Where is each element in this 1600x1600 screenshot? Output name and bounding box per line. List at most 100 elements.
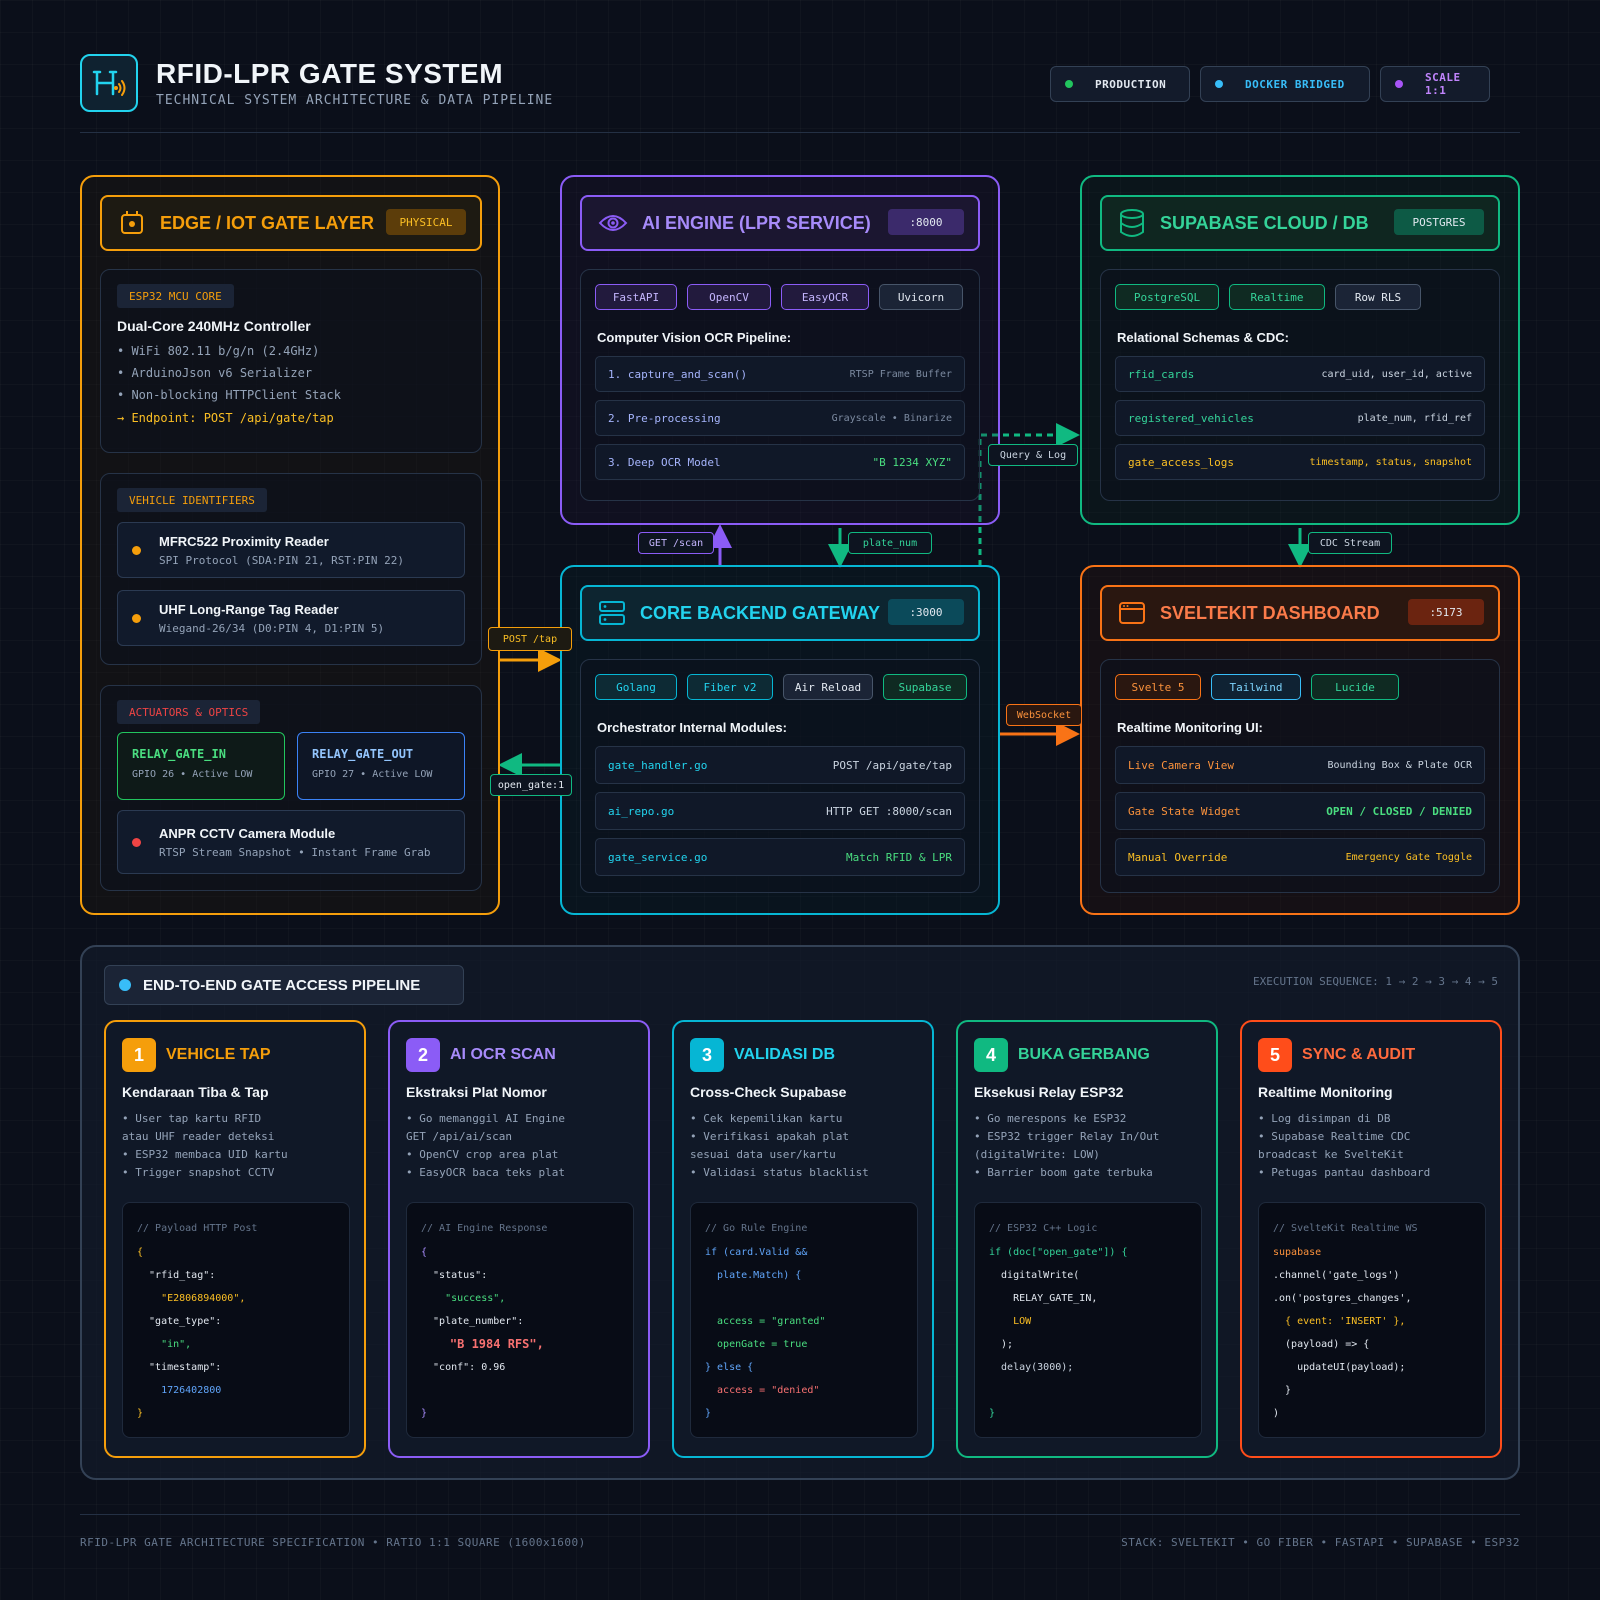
footer-divider bbox=[80, 1514, 1520, 1515]
ui-row: Gate State Widget OPEN / CLOSED / DENIED bbox=[1115, 792, 1485, 830]
step-title: VEHICLE TAP bbox=[166, 1046, 271, 1063]
chip-icon bbox=[121, 211, 143, 234]
app-logo bbox=[80, 54, 138, 112]
backend-heading: Orchestrator Internal Modules: bbox=[597, 720, 787, 735]
row-label: gate_service.go bbox=[608, 850, 708, 864]
schema-row: rfid_cards card_uid, user_id, active bbox=[1115, 356, 1485, 392]
footer-stack: STACK: SVELTEKIT • GO FIBER • FASTAPI • … bbox=[1121, 1536, 1520, 1549]
reader-dot-icon bbox=[132, 613, 141, 623]
reader-sub: SPI Protocol (SDA:PIN 21, RST:PIN 22) bbox=[159, 553, 405, 567]
tech-chip: Tailwind bbox=[1211, 674, 1301, 700]
edge-panel-title: EDGE / IOT GATE LAYER bbox=[160, 212, 375, 233]
row-value: Bounding Box & Plate OCR bbox=[1327, 759, 1473, 771]
row-value: "B 1234 XYZ" bbox=[872, 455, 952, 469]
mfrc522-reader-card: MFRC522 Proximity Reader SPI Protocol (SD… bbox=[117, 522, 465, 578]
code-line: } bbox=[137, 1408, 144, 1419]
code-line: { bbox=[421, 1247, 428, 1258]
status-pill-production: PRODUCTION bbox=[1050, 66, 1190, 102]
post-tap-label: POST /tap bbox=[488, 627, 572, 651]
db-panel-header: SUPABASE CLOUD / DB POSTGRES bbox=[1100, 195, 1500, 251]
mcu-endpoint: → Endpoint: POST /api/gate/tap bbox=[117, 411, 334, 425]
database-icon bbox=[1120, 209, 1144, 237]
postgres-badge: POSTGRES bbox=[1394, 209, 1484, 235]
dash-inner-section: Svelte 5 Tailwind Lucide Realtime Monito… bbox=[1100, 659, 1500, 893]
dash-panel-title: SVELTEKIT DASHBOARD bbox=[1160, 602, 1380, 623]
code-snippet: // AI Engine Response { "status": "succe… bbox=[406, 1202, 634, 1438]
step-title: AI OCR SCAN bbox=[450, 1046, 556, 1063]
mcu-heading: Dual-Core 240MHz Controller bbox=[117, 318, 311, 334]
backend-panel-header: CORE BACKEND GATEWAY :3000 bbox=[580, 585, 980, 641]
code-line: } bbox=[989, 1408, 996, 1419]
module-row: gate_service.go Match RFID & LPR bbox=[595, 838, 965, 876]
step-title: BUKA GERBANG bbox=[1018, 1046, 1150, 1063]
step-subtitle: Realtime Monitoring bbox=[1258, 1084, 1393, 1100]
ai-heading: Computer Vision OCR Pipeline: bbox=[597, 330, 792, 345]
code-line: "conf": 0.96 bbox=[421, 1362, 506, 1373]
mcu-bullet: • WiFi 802.11 b/g/n (2.4GHz) bbox=[117, 344, 320, 358]
status-pill-docker: DOCKER BRIDGED bbox=[1200, 66, 1370, 102]
ai-inner-section: FastAPI OpenCV EasyOCR Uvicorn Computer … bbox=[580, 269, 980, 501]
code-line: } bbox=[421, 1408, 428, 1419]
cdc-stream-label: CDC Stream bbox=[1308, 532, 1392, 554]
status-dot-icon bbox=[1395, 80, 1403, 88]
edge-panel-header: EDGE / IOT GATE LAYER PHYSICAL bbox=[100, 195, 482, 251]
reader-sub: Wiegand-26/34 (D0:PIN 4, D1:PIN 5) bbox=[159, 621, 385, 635]
code-line: .channel('gate_logs') bbox=[1273, 1270, 1400, 1281]
code-line: ); bbox=[989, 1339, 1014, 1350]
backend-port-badge: :3000 bbox=[888, 599, 964, 625]
reader-dot-icon bbox=[132, 545, 141, 555]
supabase-panel: SUPABASE CLOUD / DB POSTGRES PostgreSQL … bbox=[1080, 175, 1520, 525]
step-description: • Cek kepemilikan kartu • Verifikasi apa… bbox=[690, 1112, 869, 1179]
identifiers-section: VEHICLE IDENTIFIERS MFRC522 Proximity Re… bbox=[100, 473, 482, 665]
status-dot-icon bbox=[1065, 80, 1073, 88]
code-line: "timestamp": bbox=[137, 1362, 222, 1373]
code-line: openGate = true bbox=[705, 1339, 808, 1350]
dash-panel-header: SVELTEKIT DASHBOARD :5173 bbox=[1100, 585, 1500, 641]
reader-title: UHF Long-Range Tag Reader bbox=[159, 601, 339, 617]
pipeline-row: 3. Deep OCR Model "B 1234 XYZ" bbox=[595, 444, 965, 480]
code-line: // ESP32 C++ Logic bbox=[989, 1223, 1098, 1234]
step-subtitle: Cross-Check Supabase bbox=[690, 1084, 847, 1100]
step-description: • User tap kartu RFID atau UHF reader de… bbox=[122, 1112, 288, 1179]
camera-title: ANPR CCTV Camera Module bbox=[159, 825, 336, 841]
tech-chip: Supabase bbox=[883, 674, 967, 700]
step-number: 2 bbox=[406, 1038, 440, 1072]
row-label: 2. Pre-processing bbox=[608, 411, 721, 425]
step-title: VALIDASI DB bbox=[734, 1046, 836, 1063]
get-scan-label: GET /scan bbox=[638, 532, 714, 554]
db-heading: Relational Schemas & CDC: bbox=[1117, 330, 1289, 345]
camera-dot-icon bbox=[132, 837, 141, 847]
pipeline-header: END-TO-END GATE ACCESS PIPELINE bbox=[104, 965, 464, 1005]
row-label: Live Camera View bbox=[1128, 758, 1234, 772]
step-subtitle: Ekstraksi Plat Nomor bbox=[406, 1084, 547, 1100]
row-value: plate_num, rfid_ref bbox=[1357, 412, 1472, 424]
actuators-tag: ACTUATORS & OPTICS bbox=[117, 700, 261, 724]
relay-in-sub: GPIO 26 • Active LOW bbox=[132, 769, 253, 780]
ai-port-badge: :8000 bbox=[888, 209, 964, 235]
row-value: Emergency Gate Toggle bbox=[1345, 851, 1472, 863]
edge-layer-panel: EDGE / IOT GATE LAYER PHYSICAL ESP32 MCU… bbox=[80, 175, 500, 915]
relay-gate-out-card: RELAY_GATE_OUT GPIO 27 • Active LOW bbox=[297, 732, 465, 800]
rfid-logo-icon bbox=[92, 70, 126, 96]
code-line: LOW bbox=[989, 1316, 1032, 1327]
code-line: .on('postgres_changes', bbox=[1273, 1293, 1412, 1304]
code-line: "E2806894000", bbox=[137, 1293, 246, 1304]
code-snippet: // ESP32 C++ Logic if (doc["open_gate"])… bbox=[974, 1202, 1202, 1438]
code-line: } bbox=[705, 1408, 712, 1419]
plate-num-label: plate_num bbox=[848, 532, 932, 554]
ai-engine-panel: AI ENGINE (LPR SERVICE) :8000 FastAPI Op… bbox=[560, 175, 1000, 525]
code-line: if (doc["open_gate"]) { bbox=[989, 1247, 1128, 1258]
relay-out-title: RELAY_GATE_OUT bbox=[312, 747, 414, 761]
tech-chip: Fiber v2 bbox=[687, 674, 773, 700]
footer-spec: RFID-LPR GATE ARCHITECTURE SPECIFICATION… bbox=[80, 1536, 586, 1549]
db-inner-section: PostgreSQL Realtime Row RLS Relational S… bbox=[1100, 269, 1500, 501]
code-line: "success", bbox=[421, 1293, 506, 1304]
pill-label: SCALE 1:1 bbox=[1424, 71, 1461, 97]
pipeline-step-3: 3 VALIDASI DB Cross-Check Supabase • Cek… bbox=[672, 1020, 934, 1458]
step-subtitle: Eksekusi Relay ESP32 bbox=[974, 1084, 1124, 1100]
relay-gate-in-card: RELAY_GATE_IN GPIO 26 • Active LOW bbox=[117, 732, 285, 800]
query-log-label: Query & Log bbox=[988, 444, 1078, 466]
step-number: 4 bbox=[974, 1038, 1008, 1072]
